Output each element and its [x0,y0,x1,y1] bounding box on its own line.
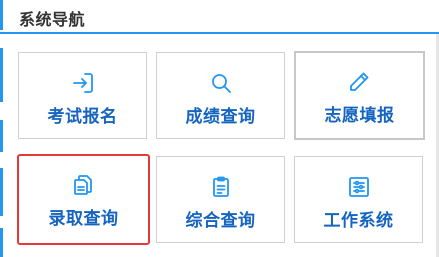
tile-work-system[interactable]: 工作系统 [294,156,423,243]
tile-exam-registration[interactable]: 考试报名 [18,52,147,139]
left-accent-bar [0,120,3,152]
tile-label: 综合查询 [185,211,256,231]
login-arrow-icon [71,71,95,95]
tile-label: 工作系统 [323,211,394,231]
clipboard-icon [209,175,233,199]
tile-label: 志愿填报 [324,106,395,126]
system-navigation-panel: 系统导航 考试报名 成绩查询 志愿填报 录取查询 综合查询 工作系统 [0,0,439,257]
documents-icon [71,173,95,197]
panel-title: 系统导航 [19,10,86,29]
left-accent-bar [0,228,3,257]
left-accent-bar [0,168,3,216]
tile-score-query[interactable]: 成绩查询 [156,52,285,139]
sliders-icon [347,175,371,199]
tile-label: 考试报名 [47,107,118,127]
panel-header: 系统导航 [0,0,439,34]
left-accent-bar [0,48,3,102]
tile-comprehensive-query[interactable]: 综合查询 [156,156,285,243]
pencil-icon [347,70,371,94]
tile-label: 成绩查询 [185,107,256,127]
search-icon [209,71,233,95]
tile-admission-query[interactable]: 录取查询 [17,154,150,245]
tile-label: 录取查询 [48,209,119,229]
tile-application-filling[interactable]: 志愿填报 [294,51,425,140]
